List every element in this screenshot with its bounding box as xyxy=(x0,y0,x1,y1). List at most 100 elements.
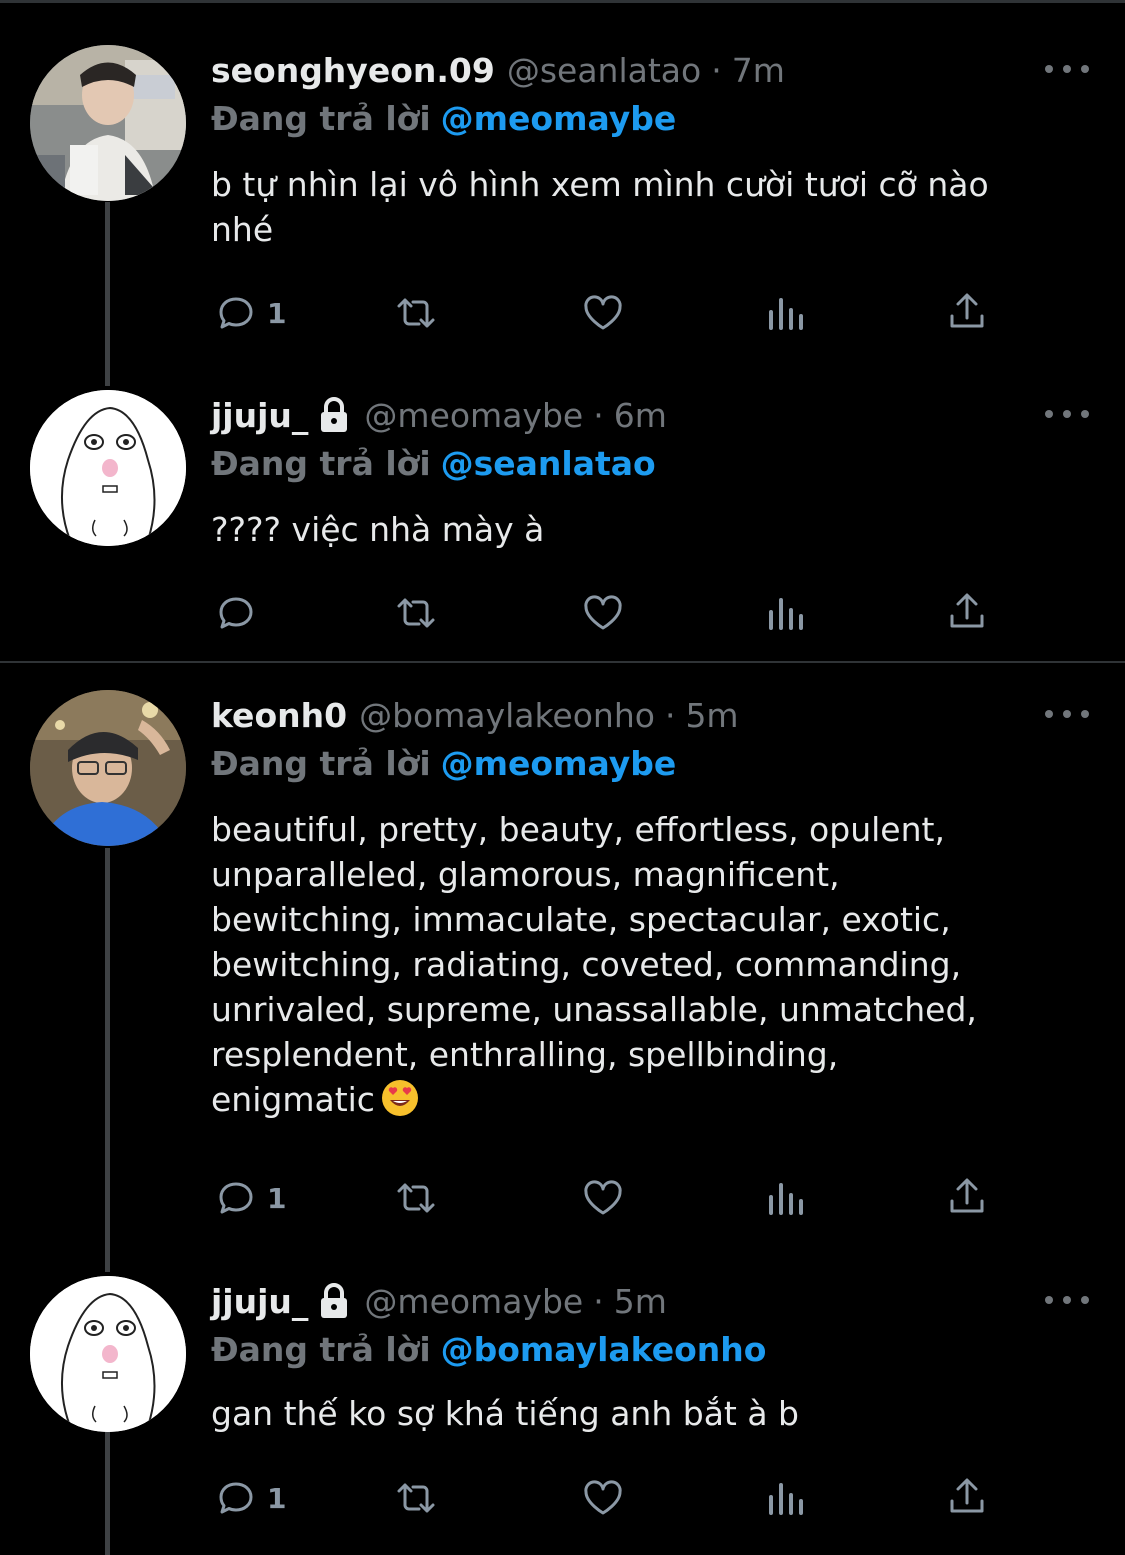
reply-icon xyxy=(219,597,253,629)
analytics-button[interactable] xyxy=(761,1173,811,1223)
retweet-icon xyxy=(397,298,435,328)
more-options-icon[interactable] xyxy=(1045,394,1089,434)
top-divider xyxy=(0,0,1125,3)
reply-button[interactable]: 1 xyxy=(211,1473,286,1523)
analytics-button[interactable] xyxy=(761,288,811,338)
action-bar: 1 xyxy=(211,288,1011,338)
reply-button[interactable]: 1 xyxy=(211,288,286,338)
mention-link[interactable]: @meomaybe xyxy=(441,744,677,783)
replying-to-label: Đang trả lời xyxy=(211,1329,431,1369)
analytics-icon xyxy=(769,1483,803,1515)
reply-count: 1 xyxy=(267,1481,287,1515)
thread-line xyxy=(105,202,110,386)
replying-to-label: Đang trả lời xyxy=(211,743,431,783)
share-icon xyxy=(950,1178,984,1213)
timestamp[interactable]: 5m xyxy=(685,696,738,735)
reply-button[interactable]: 1 xyxy=(211,1173,286,1223)
mention-link[interactable]: @bomaylakeonho xyxy=(441,1330,767,1369)
replying-to: Đang trả lời @meomaybe xyxy=(211,740,676,786)
action-bar xyxy=(211,588,1011,638)
avatar[interactable] xyxy=(30,1276,186,1432)
analytics-icon xyxy=(769,298,803,330)
replying-to: Đang trả lời @seanlatao xyxy=(211,440,656,486)
user-handle[interactable]: @meomaybe xyxy=(364,1282,583,1321)
user-handle[interactable]: @meomaybe xyxy=(364,396,583,435)
analytics-button[interactable] xyxy=(761,1473,811,1523)
thread-line xyxy=(105,1432,110,1555)
share-button[interactable] xyxy=(942,1473,992,1523)
replying-to: Đang trả lời @bomaylakeonho xyxy=(211,1326,766,1372)
tweet-text: beautiful, pretty, beauty, effortless, o… xyxy=(211,807,1091,1122)
action-bar: 1 xyxy=(211,1473,1011,1523)
retweet-button[interactable] xyxy=(391,588,441,638)
share-button[interactable] xyxy=(942,1173,992,1223)
lock-icon xyxy=(316,395,352,435)
retweet-button[interactable] xyxy=(391,288,441,338)
timestamp[interactable]: 6m xyxy=(614,396,667,435)
like-button[interactable] xyxy=(578,288,628,338)
tweet-divider xyxy=(0,661,1125,663)
separator-dot: · xyxy=(593,1281,604,1321)
mention-link[interactable]: @meomaybe xyxy=(441,99,677,138)
avatar[interactable] xyxy=(30,690,186,846)
retweet-icon xyxy=(397,1483,435,1513)
like-button[interactable] xyxy=(578,1173,628,1223)
heart-icon xyxy=(584,595,622,630)
thread-line xyxy=(105,848,110,1272)
share-icon xyxy=(950,293,984,328)
user-handle[interactable]: @bomaylakeonho xyxy=(359,696,655,735)
retweet-button[interactable] xyxy=(391,1473,441,1523)
share-button[interactable] xyxy=(942,588,992,638)
tweet-text: b tự nhìn lại vô hình xem mình cười tươi… xyxy=(211,165,989,249)
action-bar: 1 xyxy=(211,1173,1011,1223)
display-name[interactable]: jjuju_ xyxy=(211,396,308,435)
display-name[interactable]: seonghyeon.09 xyxy=(211,51,495,90)
reply-count: 1 xyxy=(267,1181,287,1215)
avatar[interactable] xyxy=(30,390,186,546)
share-icon xyxy=(950,593,984,628)
separator-dot: · xyxy=(711,50,722,90)
analytics-icon xyxy=(769,1183,803,1215)
reply-count: 1 xyxy=(267,296,287,330)
tweet-header: jjuju_ @meomaybe · 5m xyxy=(211,1276,667,1326)
analytics-icon xyxy=(769,598,803,630)
share-button[interactable] xyxy=(942,288,992,338)
display-name[interactable]: jjuju_ xyxy=(211,1282,308,1321)
heart-eyes-emoji-icon xyxy=(381,1079,419,1117)
heart-icon xyxy=(584,1480,622,1515)
heart-icon xyxy=(584,1180,622,1215)
heart-icon xyxy=(584,295,622,330)
retweet-icon xyxy=(397,1183,435,1213)
replying-to-label: Đang trả lời xyxy=(211,443,431,483)
tweet-header: keonh0 @bomaylakeonho · 5m xyxy=(211,690,739,740)
tweet-text: gan thế ko sợ khá tiếng anh bắt à b xyxy=(211,1394,800,1433)
replying-to-label: Đang trả lời xyxy=(211,98,431,138)
tweet-header: jjuju_ @meomaybe · 6m xyxy=(211,390,667,440)
like-button[interactable] xyxy=(578,588,628,638)
replying-to: Đang trả lời @meomaybe xyxy=(211,95,676,141)
tweet-header: seonghyeon.09 @seanlatao · 7m xyxy=(211,45,785,95)
more-options-icon[interactable] xyxy=(1045,49,1089,89)
more-options-icon[interactable] xyxy=(1045,1280,1089,1320)
timestamp[interactable]: 7m xyxy=(732,51,785,90)
share-icon xyxy=(950,1478,984,1513)
reply-button[interactable] xyxy=(211,588,267,638)
reply-icon xyxy=(219,1482,253,1514)
tweet-text: ???? việc nhà mày à xyxy=(211,510,545,549)
avatar[interactable] xyxy=(30,45,186,201)
reply-icon xyxy=(219,1182,253,1214)
user-handle[interactable]: @seanlatao xyxy=(507,51,701,90)
retweet-icon xyxy=(397,598,435,628)
tweet-text-body: beautiful, pretty, beauty, effortless, o… xyxy=(211,810,977,1119)
more-options-icon[interactable] xyxy=(1045,694,1089,734)
analytics-button[interactable] xyxy=(761,588,811,638)
reply-icon xyxy=(219,297,253,329)
separator-dot: · xyxy=(664,695,676,735)
mention-link[interactable]: @seanlatao xyxy=(441,444,656,483)
separator-dot: · xyxy=(593,395,604,435)
timestamp[interactable]: 5m xyxy=(614,1282,667,1321)
like-button[interactable] xyxy=(578,1473,628,1523)
retweet-button[interactable] xyxy=(391,1173,441,1223)
lock-icon xyxy=(316,1281,352,1321)
display-name[interactable]: keonh0 xyxy=(211,696,347,735)
